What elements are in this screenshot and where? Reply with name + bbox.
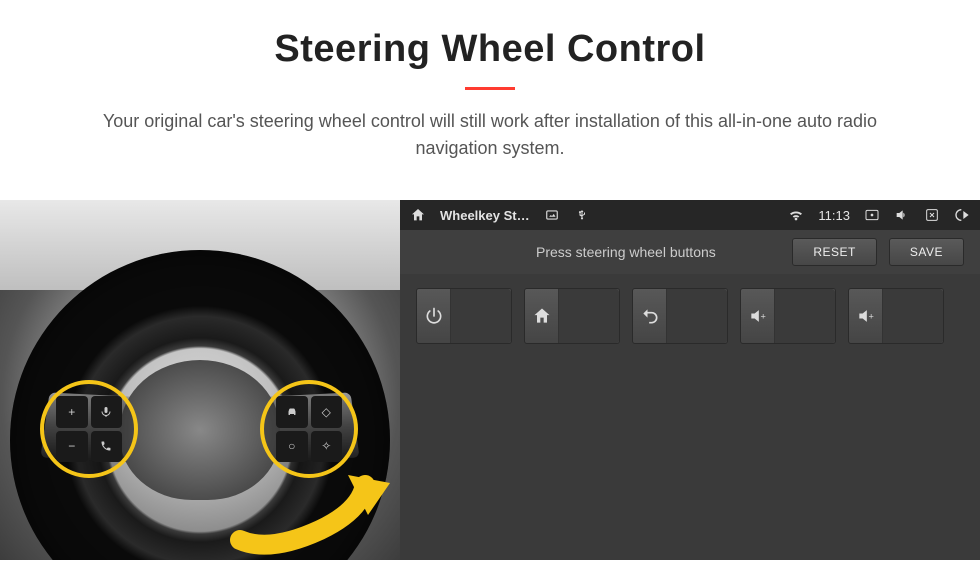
arrow-icon	[230, 475, 390, 555]
svg-text:+: +	[760, 311, 765, 321]
mapping-tiles: + +	[400, 274, 980, 358]
steering-wheel-image: + − ◇ ○ ✧	[0, 200, 400, 560]
tile-power[interactable]	[416, 288, 512, 344]
plus-icon: +	[56, 396, 88, 428]
volume-icon[interactable]	[894, 207, 910, 223]
clock: 11:13	[818, 208, 850, 223]
tile-volume-up-1[interactable]: +	[740, 288, 836, 344]
home-icon	[525, 289, 559, 343]
cast-icon[interactable]	[864, 207, 880, 223]
voice-icon	[91, 396, 123, 428]
reset-button[interactable]: RESET	[792, 238, 877, 266]
action-bar: Press steering wheel buttons RESET SAVE	[400, 230, 980, 274]
svg-text:+: +	[868, 311, 873, 321]
usb-indicator-icon	[574, 207, 590, 223]
save-button[interactable]: SAVE	[889, 238, 964, 266]
home-icon[interactable]	[410, 207, 426, 223]
car-icon	[276, 396, 308, 428]
wifi-icon	[788, 207, 804, 223]
prompt-text: Press steering wheel buttons	[416, 244, 780, 260]
status-bar: Wheelkey St… 11:13	[400, 200, 980, 230]
page-subtitle: Your original car's steering wheel contr…	[80, 108, 900, 162]
app-title: Wheelkey St…	[440, 208, 530, 223]
tile-volume-up-2[interactable]: +	[848, 288, 944, 344]
left-button-cluster-highlight: + −	[40, 380, 138, 478]
tile-home[interactable]	[524, 288, 620, 344]
page-title: Steering Wheel Control	[0, 28, 980, 71]
title-divider	[465, 87, 515, 90]
diamond-icon: ◇	[311, 396, 343, 428]
back-icon[interactable]	[954, 207, 970, 223]
right-button-cluster-highlight: ◇ ○ ✧	[260, 380, 358, 478]
power-icon	[417, 289, 451, 343]
volume-up-icon: +	[849, 289, 883, 343]
arrows-icon: ✧	[311, 431, 343, 463]
close-box-icon[interactable]	[924, 207, 940, 223]
phone-icon	[91, 431, 123, 463]
head-unit-screen: Wheelkey St… 11:13	[400, 200, 980, 560]
minus-icon: −	[56, 431, 88, 463]
circle-icon: ○	[276, 431, 308, 463]
image-indicator-icon	[544, 207, 560, 223]
volume-up-icon: +	[741, 289, 775, 343]
undo-icon	[633, 289, 667, 343]
tile-back[interactable]	[632, 288, 728, 344]
